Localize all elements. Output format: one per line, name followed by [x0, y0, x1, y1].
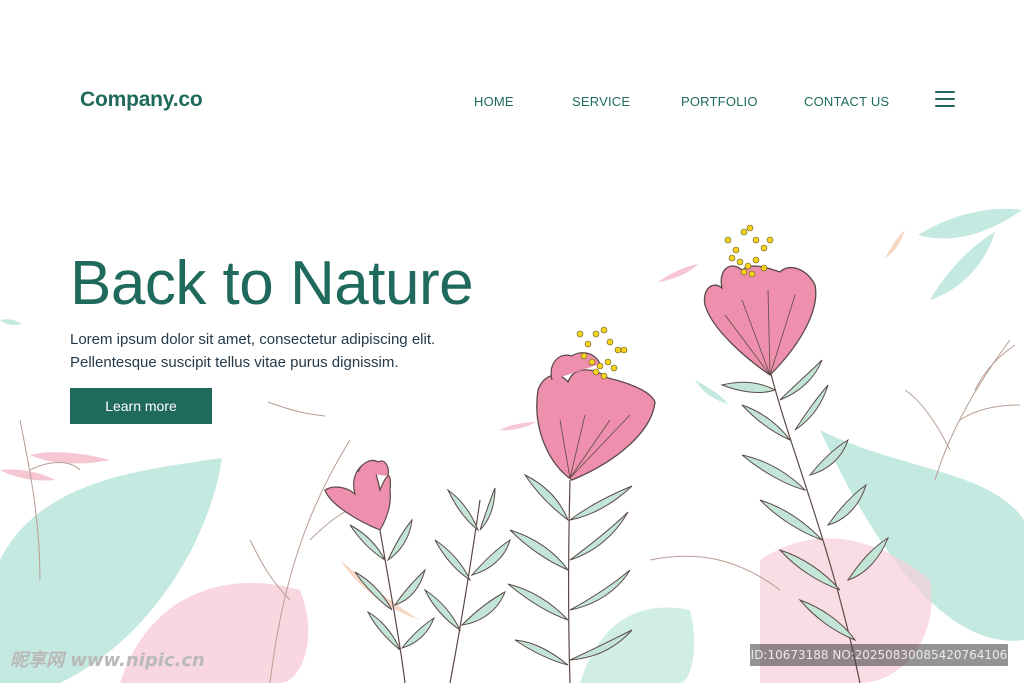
flower-right: [703, 265, 817, 376]
learn-more-button[interactable]: Learn more: [70, 388, 212, 424]
menu-bar-bottom: [935, 105, 955, 107]
brand-logo[interactable]: Company.co: [80, 88, 203, 112]
nav-service[interactable]: SERVICE: [572, 94, 630, 109]
nav-portfolio[interactable]: PORTFOLIO: [681, 94, 758, 109]
hero-title: Back to Nature: [70, 249, 474, 318]
image-id-tag: ID:10673188 NO:20250830085420764106: [750, 644, 1008, 666]
hero-subtitle-line1: Lorem ipsum dolor sit amet, consectetur …: [70, 331, 436, 348]
menu-bar-top: [935, 91, 955, 93]
nav-home[interactable]: HOME: [474, 94, 514, 109]
hamburger-menu-icon[interactable]: [935, 91, 955, 107]
hero-subtitle: Lorem ipsum dolor sit amet, consectetur …: [70, 328, 435, 374]
watermark-text: 昵享网 www.nipic.cn: [10, 650, 205, 671]
nav-contact-us[interactable]: CONTACT US: [804, 94, 889, 109]
flower-small: [324, 459, 391, 531]
menu-bar-middle: [935, 98, 955, 100]
hero-subtitle-line2: Pellentesque suscipit tellus vitae purus…: [70, 354, 399, 371]
